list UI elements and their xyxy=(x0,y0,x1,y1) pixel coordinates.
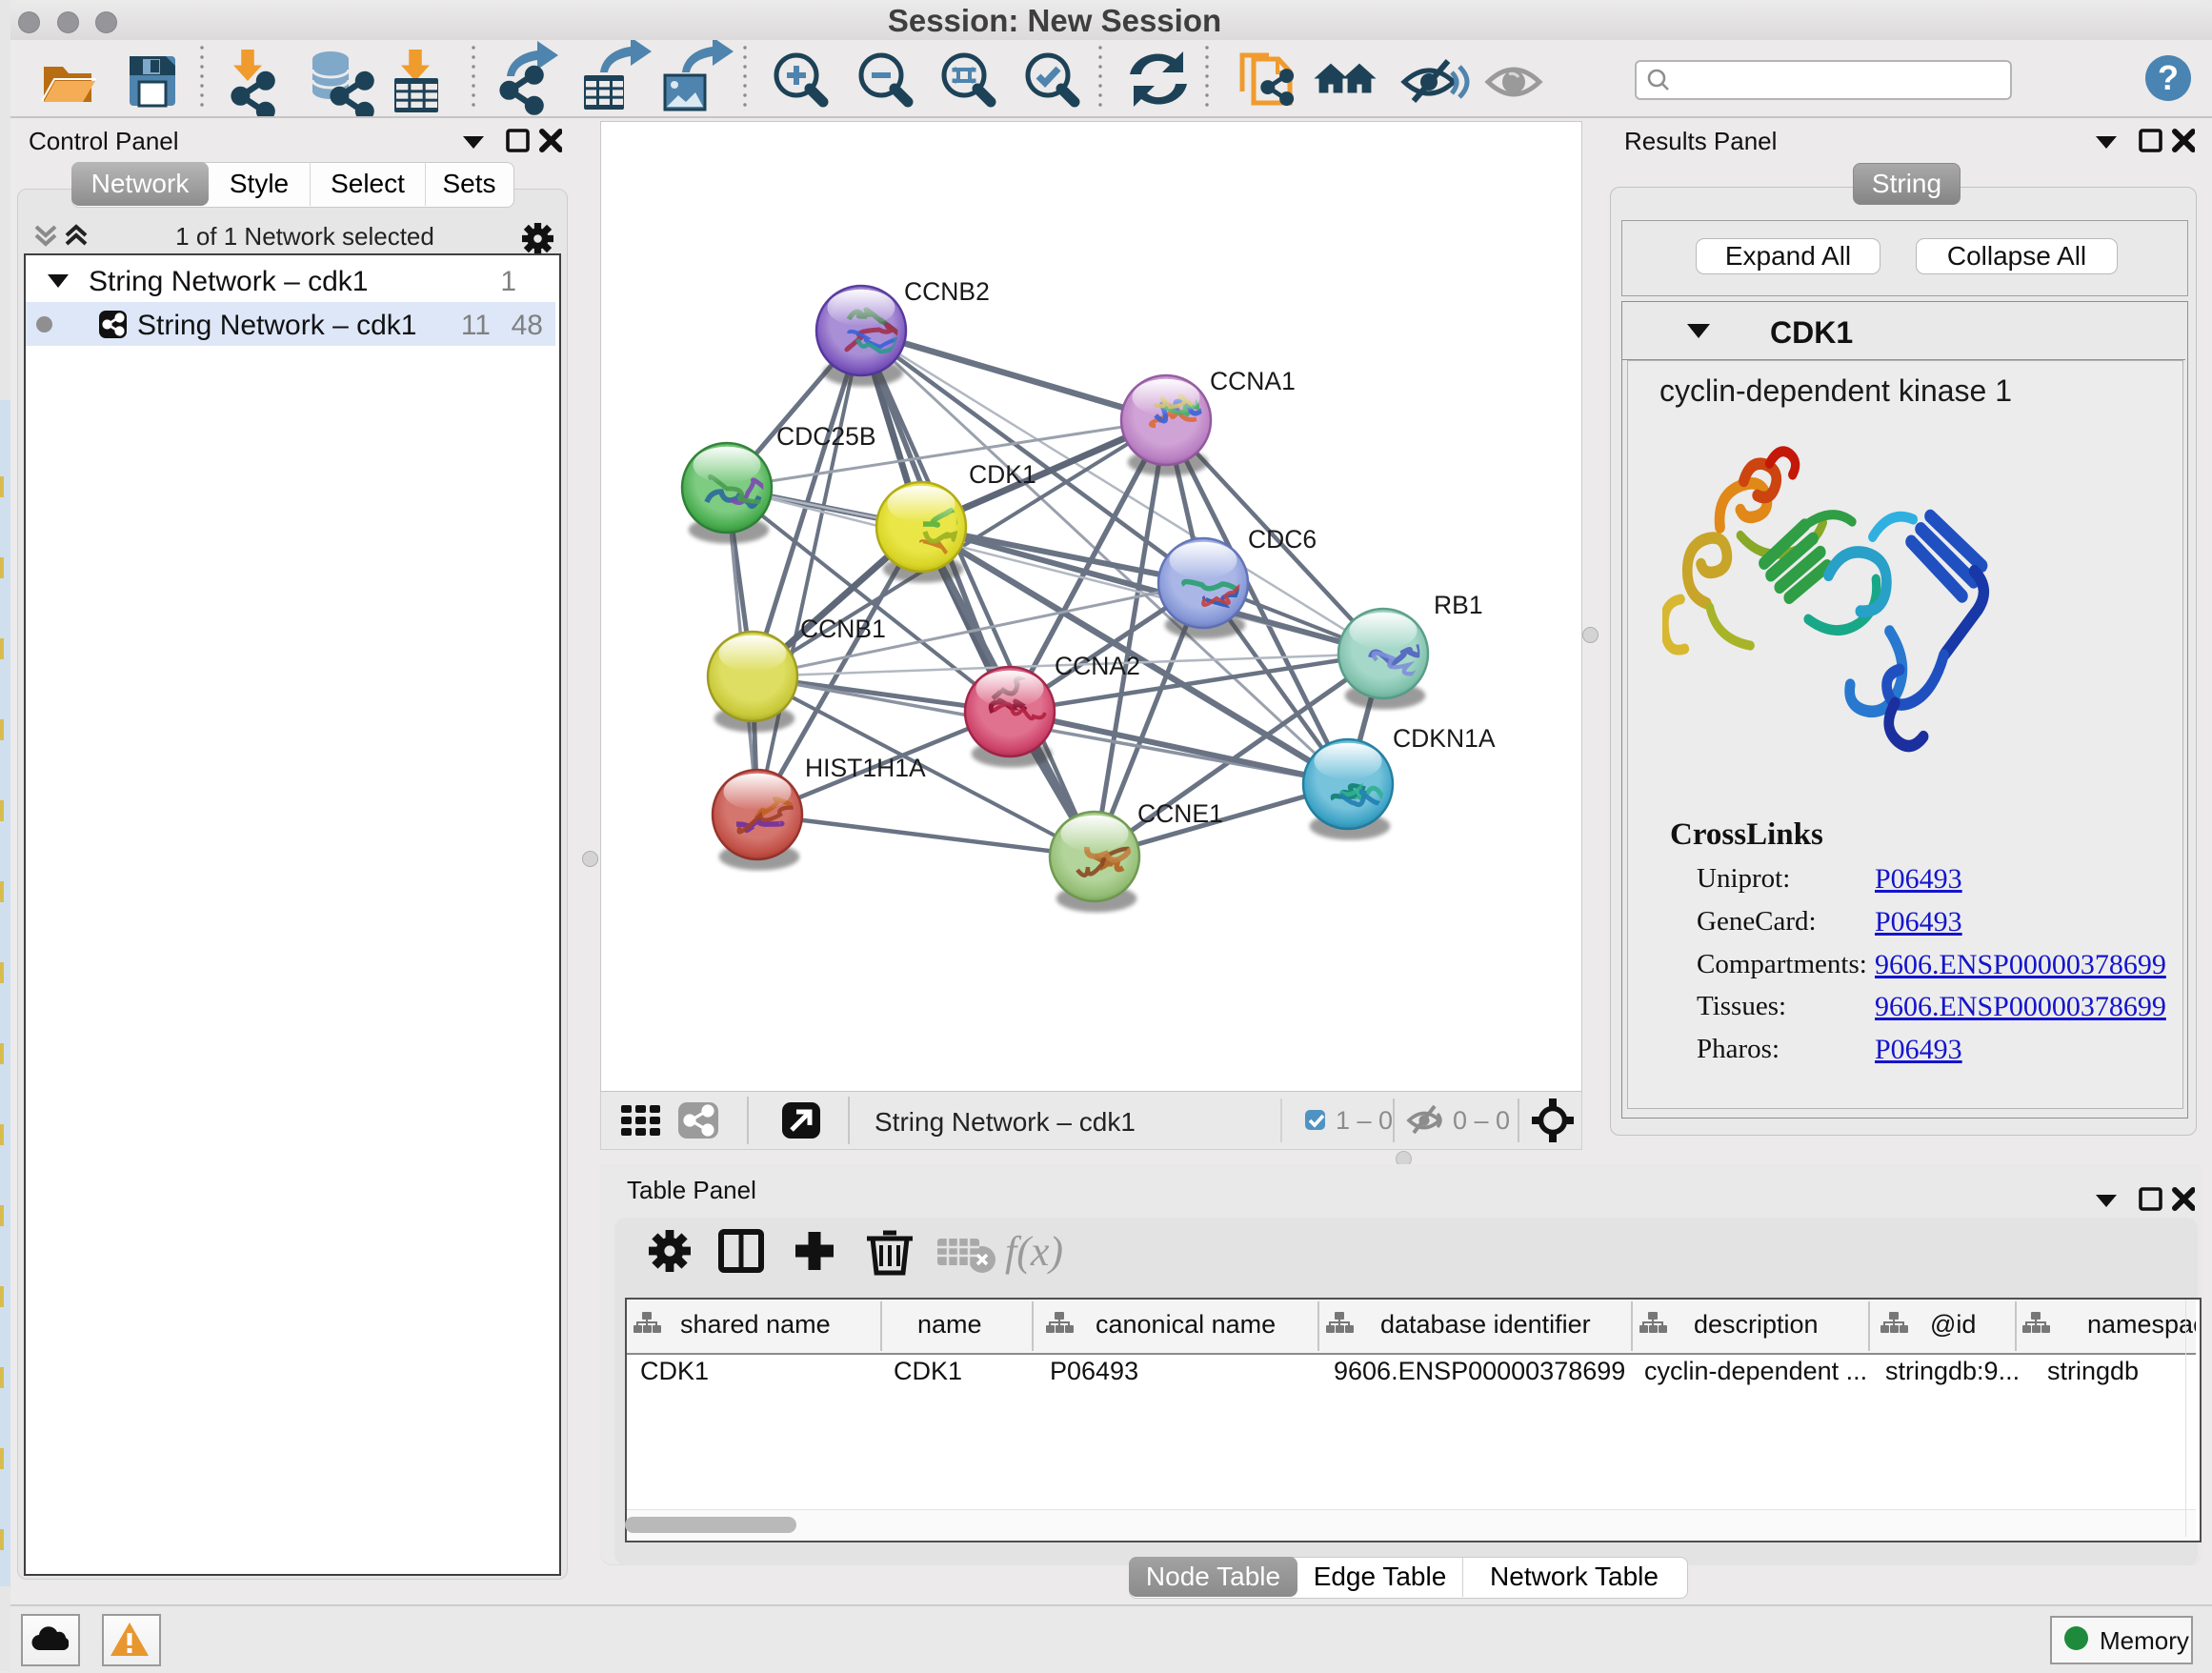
svg-text:CCNA2: CCNA2 xyxy=(1055,652,1140,680)
svg-text:f(x): f(x) xyxy=(1005,1228,1063,1275)
svg-text:CCNE1: CCNE1 xyxy=(1137,799,1223,828)
svg-text:CCNB2: CCNB2 xyxy=(904,277,990,306)
svg-text:1 – 0: 1 – 0 xyxy=(1336,1106,1393,1135)
svg-text:CDC25B: CDC25B xyxy=(776,422,876,451)
svg-text:HIST1H1A: HIST1H1A xyxy=(805,754,926,782)
svg-text:String Network – cdk1: String Network – cdk1 xyxy=(875,1107,1136,1137)
svg-text:RB1: RB1 xyxy=(1434,591,1483,619)
svg-text:CCNA1: CCNA1 xyxy=(1210,367,1296,395)
svg-text:CDKN1A: CDKN1A xyxy=(1393,724,1496,753)
svg-text:CDK1: CDK1 xyxy=(969,460,1036,489)
svg-text:CDC6: CDC6 xyxy=(1248,525,1317,554)
svg-text:0 – 0: 0 – 0 xyxy=(1453,1106,1510,1135)
svg-text:CCNB1: CCNB1 xyxy=(800,615,886,643)
